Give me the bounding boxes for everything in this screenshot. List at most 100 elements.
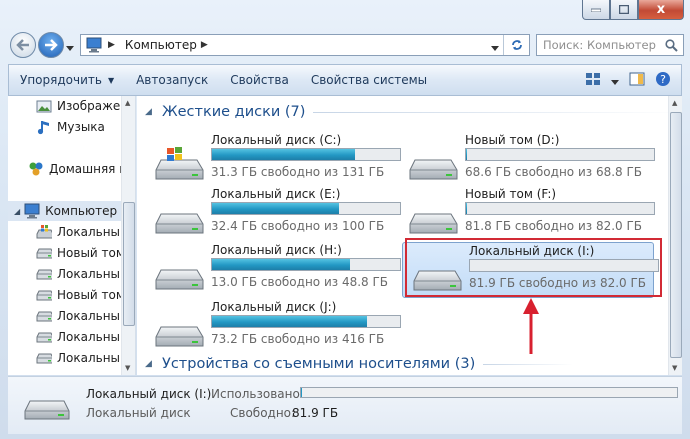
drive-usage-bar <box>211 315 401 328</box>
nav-item-label: Компьютер <box>45 204 118 218</box>
address-bar[interactable]: ▶ Компьютер ▶ <box>80 34 530 56</box>
nav-scrollbar-thumb[interactable] <box>123 202 135 326</box>
preview-pane-icon <box>629 72 645 86</box>
refresh-button[interactable] <box>503 35 529 55</box>
group-hard-drives[interactable]: ◢ Жесткие диски (7) <box>145 104 668 120</box>
drive-tile[interactable]: Локальный диск (C:) 31.3 ГБ свободно из 1… <box>145 132 401 188</box>
nav-item[interactable]: Локальный <box>8 306 128 326</box>
group-removable[interactable]: ◢ Устройства со съемными носителями (3) <box>145 356 574 372</box>
forward-button[interactable] <box>38 32 64 58</box>
close-icon: x <box>656 2 666 17</box>
nav-item[interactable]: Новый том <box>8 243 125 263</box>
caption-buttons: x <box>582 0 684 20</box>
search-placeholder: Поиск: Компьютер <box>543 38 656 52</box>
svg-text:?: ? <box>660 73 666 86</box>
properties-button[interactable]: Свойства <box>219 73 300 87</box>
scroll-up-icon[interactable]: ▲ <box>672 99 677 107</box>
hard-drive-icon <box>155 213 204 234</box>
drive-free-space: 73.2 ГБ свободно из 416 ГБ <box>211 332 385 346</box>
tree-expand-icon[interactable]: ◢ <box>14 207 20 216</box>
drive-free-space: 31.3 ГБ свободно из 131 ГБ <box>211 165 385 179</box>
nav-item-label: Локальный <box>57 309 128 323</box>
nav-item[interactable]: Домашняя гр <box>8 159 133 179</box>
nav-item[interactable]: Музыка <box>8 117 105 137</box>
nav-item[interactable]: Локальный <box>8 327 128 347</box>
autoplay-button[interactable]: Автозапуск <box>125 73 219 87</box>
system-drive-icon <box>155 147 204 180</box>
recent-pages-dropdown[interactable] <box>66 40 74 54</box>
content-area: ◢ Жесткие диски (7) Локальный диск (C:) 3… <box>137 96 668 375</box>
close-button[interactable]: x <box>638 0 684 20</box>
explorer-window: x ▶ Компьютер ▶ Поиск: Компьютер Упорядо… <box>0 0 690 439</box>
system-properties-button[interactable]: Свойства системы <box>300 73 438 87</box>
nav-item[interactable]: Локальный <box>8 348 128 368</box>
nav-scrollbar[interactable]: ▲ ▼ <box>121 96 135 375</box>
drive-usage-bar <box>211 202 401 215</box>
nav-item[interactable]: Локальный <box>8 264 128 284</box>
back-arrow-icon <box>16 39 29 51</box>
help-button[interactable]: ? <box>655 71 671 90</box>
scroll-up-icon[interactable]: ▲ <box>125 99 130 107</box>
drive-tile[interactable]: Локальный диск (E:) 32.4 ГБ свободно из 1… <box>145 186 401 242</box>
organize-menu[interactable]: Упорядочить ▼ <box>9 73 125 87</box>
nav-item-label: Локальный <box>57 225 128 239</box>
drive-usage-fill <box>212 203 340 214</box>
details-title: Локальный диск (I:) <box>86 387 212 401</box>
command-bar: Упорядочить ▼ Автозапуск Свойства Свойст… <box>8 64 682 96</box>
scroll-down-icon[interactable]: ▼ <box>672 364 677 372</box>
nav-item[interactable]: Новый том <box>8 285 125 305</box>
breadcrumb-computer[interactable]: Компьютер <box>125 38 197 52</box>
drive-icon <box>36 245 52 261</box>
address-dropdown-icon[interactable] <box>491 40 499 54</box>
nav-item[interactable]: Локальный <box>8 222 128 242</box>
red-highlight-box <box>405 238 662 297</box>
drive-tile[interactable]: Локальный диск (H:) 13.0 ГБ свободно из 4… <box>145 242 401 298</box>
refresh-icon <box>511 40 522 50</box>
nav-item[interactable]: Изображен <box>8 96 128 116</box>
drive-name: Локальный диск (E:) <box>211 187 341 201</box>
nav-item-label: Музыка <box>57 120 105 134</box>
drive-name: Новый том (D:) <box>465 133 560 147</box>
views-dropdown-icon[interactable] <box>611 74 619 88</box>
drive-icon <box>36 350 52 366</box>
drive-free-space: 32.4 ГБ свободно из 100 ГБ <box>211 219 385 233</box>
details-usage-fill <box>301 388 302 397</box>
group-divider <box>483 363 574 365</box>
drive-icon <box>36 329 52 345</box>
system-drive-icon <box>36 224 52 240</box>
content-scrollbar[interactable]: ▲ ▼ <box>668 96 682 375</box>
breadcrumb-separator-icon[interactable]: ▶ <box>108 40 115 50</box>
nav-item-label: Локальный <box>57 267 128 281</box>
forward-arrow-icon <box>45 39 58 51</box>
drive-name: Локальный диск (C:) <box>211 133 342 147</box>
drive-tile[interactable]: Новый том (D:) 68.6 ГБ свободно из 68.8 Г… <box>399 132 655 188</box>
maximize-button[interactable] <box>610 0 638 20</box>
minimize-button[interactable] <box>582 0 610 20</box>
group-collapse-icon[interactable]: ◢ <box>145 359 157 369</box>
drive-free-space: 13.0 ГБ свободно из 48.8 ГБ <box>211 275 389 289</box>
back-button[interactable] <box>10 32 36 58</box>
views-button[interactable] <box>585 72 601 89</box>
group-title-hard-drives: Жесткие диски (7) <box>162 104 306 120</box>
group-collapse-icon[interactable]: ◢ <box>145 107 157 117</box>
preview-pane-button[interactable] <box>629 72 645 89</box>
drive-tile[interactable]: Новый том (F:) 81.8 ГБ свободно из 82.0 Г… <box>399 186 655 242</box>
drive-usage-bar <box>211 148 401 161</box>
nav-item[interactable]: ◢ Компьютер <box>8 201 124 221</box>
breadcrumb-chevron-icon[interactable]: ▶ <box>201 40 208 50</box>
details-free-label: Свободно: <box>230 406 296 420</box>
drive-tile[interactable]: Локальный диск (J:) 73.2 ГБ свободно из 4… <box>145 299 401 355</box>
search-box[interactable]: Поиск: Компьютер <box>536 34 684 56</box>
red-arrow-up-icon <box>523 298 539 354</box>
nav-item-label: Локальный <box>57 351 128 365</box>
content-scrollbar-thumb[interactable] <box>670 112 682 358</box>
details-type: Локальный диск <box>86 406 191 420</box>
homegroup-icon <box>28 161 44 177</box>
hard-drive-icon <box>24 400 70 420</box>
drive-usage-fill <box>212 149 355 160</box>
group-title-removable: Устройства со съемными носителями (3) <box>162 356 476 372</box>
scroll-down-icon[interactable]: ▼ <box>125 364 130 372</box>
drive-free-space: 81.8 ГБ свободно из 82.0 ГБ <box>465 219 643 233</box>
hard-drive-icon <box>155 326 204 347</box>
hard-drive-icon <box>409 213 458 234</box>
